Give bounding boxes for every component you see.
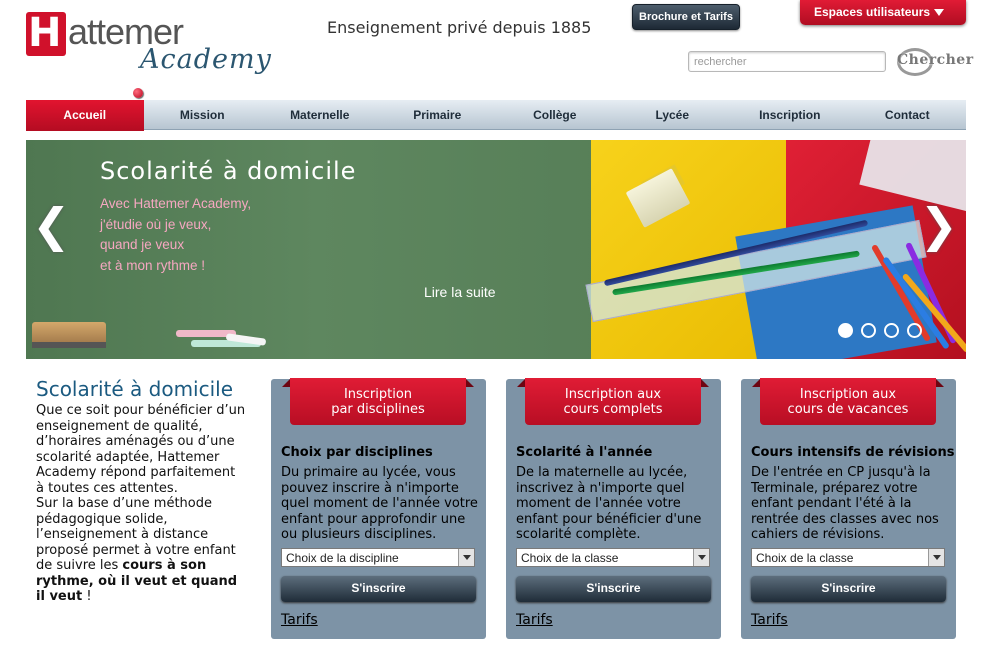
card-heading: Scolarité à l'année: [516, 445, 653, 460]
caret-down-icon: [934, 9, 944, 16]
logo-academy: Academy: [140, 44, 272, 75]
sinscrire-button[interactable]: S'inscrire: [281, 576, 476, 602]
nav-item-lycee[interactable]: Lycée: [614, 100, 732, 129]
nav-item-inscription[interactable]: Inscription: [731, 100, 849, 129]
discipline-select[interactable]: Choix de la discipline: [281, 548, 475, 567]
hero-slider: Scolarité à domicile Avec Hattemer Acade…: [26, 140, 966, 359]
nav-item-maternelle[interactable]: Maternelle: [261, 100, 379, 129]
card-body: De l'entrée en CP jusqu'à la Terminale, …: [751, 465, 939, 542]
tarifs-link[interactable]: Tarifs: [516, 612, 553, 628]
logo-h-box: H: [26, 10, 66, 56]
select-value: Choix de la classe: [521, 551, 619, 565]
card-heading: Cours intensifs de révisions: [751, 445, 955, 460]
tab-fold: [466, 379, 474, 387]
card-tab-title: Inscription aux cours complets: [525, 378, 701, 425]
card-disciplines: Inscription par disciplines Choix par di…: [271, 378, 486, 639]
board-brush-felt: [32, 342, 106, 348]
chevron-down-icon[interactable]: [693, 549, 709, 566]
card-body: De la maternelle au lycée, inscrivez à n…: [516, 465, 702, 542]
page: H attemer Academy Enseignement privé dep…: [0, 0, 992, 656]
tarifs-link[interactable]: Tarifs: [281, 612, 318, 628]
card-cours-vacances: Inscription aux cours de vacances Cours …: [741, 378, 956, 639]
tagline: Enseignement privé depuis 1885: [327, 18, 592, 37]
hattemer-logo[interactable]: H attemer Academy: [26, 10, 271, 80]
sinscrire-button[interactable]: S'inscrire: [751, 576, 946, 602]
tab-fold: [936, 379, 944, 387]
nav-item-mission[interactable]: Mission: [144, 100, 262, 129]
chevron-down-icon[interactable]: [928, 549, 944, 566]
nav-item-college[interactable]: Collège: [496, 100, 614, 129]
slider-dot-4[interactable]: [907, 323, 922, 338]
pushpin-icon: [133, 88, 143, 98]
search-button-label: Chercher: [897, 52, 974, 68]
logo-h: H: [28, 10, 62, 56]
main-nav: Accueil Mission Maternelle Primaire Coll…: [26, 100, 967, 131]
search-button[interactable]: Chercher: [893, 46, 973, 78]
banner-text: Avec Hattemer Academy, j'étudie où je ve…: [100, 196, 252, 273]
intro-body: Que ce soit pour bénéficier d’un enseign…: [36, 403, 246, 605]
slider-dot-2[interactable]: [861, 323, 876, 338]
card-cours-complets: Inscription aux cours complets Scolarité…: [506, 378, 721, 639]
classe-select[interactable]: Choix de la classe: [516, 548, 710, 567]
select-value: Choix de la classe: [756, 551, 854, 565]
slider-dots: [838, 323, 922, 338]
tab-fold: [282, 379, 290, 387]
chevron-left-icon[interactable]: ❮: [32, 202, 71, 248]
espaces-utilisateurs-button[interactable]: Espaces utilisateurs: [800, 0, 966, 25]
espaces-label: Espaces utilisateurs: [814, 5, 931, 19]
select-value: Choix de la discipline: [286, 551, 399, 565]
lire-la-suite-link[interactable]: Lire la suite: [424, 284, 496, 300]
banner-title: Scolarité à domicile: [100, 157, 357, 185]
sinscrire-button[interactable]: S'inscrire: [516, 576, 711, 602]
slider-dot-1[interactable]: [838, 323, 853, 338]
tarifs-link[interactable]: Tarifs: [751, 612, 788, 628]
search-input[interactable]: [688, 51, 886, 72]
classe-select[interactable]: Choix de la classe: [751, 548, 945, 567]
tab-fold: [701, 379, 709, 387]
card-body: Du primaire au lycée, vous pouvez inscri…: [281, 465, 478, 542]
nav-item-accueil[interactable]: Accueil: [26, 100, 144, 131]
intro-paragraph-1: Que ce soit pour bénéficier d’un enseign…: [36, 403, 246, 496]
intro-end: !: [82, 589, 92, 604]
intro-title: Scolarité à domicile: [36, 377, 234, 401]
nav-item-contact[interactable]: Contact: [849, 100, 967, 129]
nav-item-primaire[interactable]: Primaire: [379, 100, 497, 129]
card-tab-title: Inscription aux cours de vacances: [760, 378, 936, 425]
chevron-down-icon[interactable]: [458, 549, 474, 566]
tab-fold: [517, 379, 525, 387]
brochure-button[interactable]: Brochure et Tarifs: [632, 4, 740, 30]
card-tab-title: Inscription par disciplines: [290, 378, 466, 425]
slider-dot-3[interactable]: [884, 323, 899, 338]
card-heading: Choix par disciplines: [281, 445, 433, 460]
tab-fold: [752, 379, 760, 387]
chevron-right-icon[interactable]: ❯: [919, 202, 958, 248]
